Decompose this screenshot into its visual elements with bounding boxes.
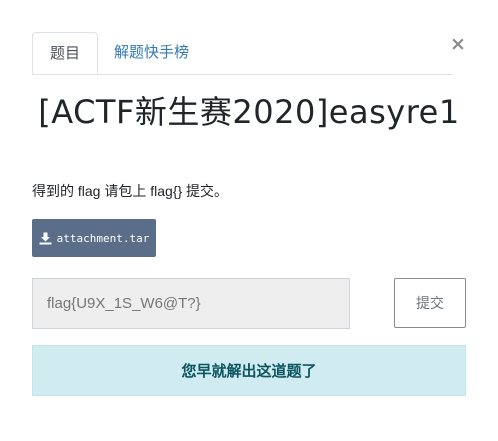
submit-button[interactable]: 提交 [394,278,466,328]
solved-message: 您早就解出这道题了 [181,363,317,380]
attachment-filename: attachment.tar [56,231,150,245]
flag-input[interactable] [32,278,350,329]
close-icon[interactable]: × [450,34,466,54]
download-attachment-button[interactable]: attachment.tar [32,219,156,257]
challenge-modal: × 题目 解题快手榜 [ACTF新生赛2020]easyre1 得到的 flag… [0,0,498,441]
download-icon [39,232,52,244]
tab-challenge[interactable]: 题目 [32,32,98,74]
solved-alert: 您早就解出这道题了 [32,345,466,396]
challenge-description: 得到的 flag 请包上 flag{} 提交。 [32,183,229,199]
challenge-title: [ACTF新生赛2020]easyre1 [38,93,460,131]
challenge-tabs: 题目 解题快手榜 [32,32,452,75]
tab-solves-leaderboard[interactable]: 解题快手榜 [98,32,205,73]
